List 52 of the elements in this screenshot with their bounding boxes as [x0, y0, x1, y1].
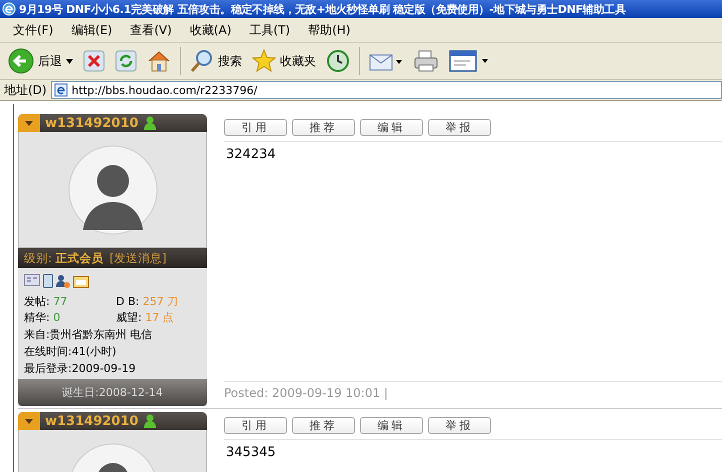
birthday-bar: 诞生日:2008-12-14	[18, 379, 207, 406]
dropdown-arrow-icon	[25, 418, 33, 424]
edit-document-icon	[449, 50, 489, 72]
post-action-button[interactable]: 推荐	[292, 119, 355, 136]
online-user-icon	[143, 116, 158, 130]
post-action-button[interactable]: 举报	[428, 417, 491, 434]
post-action-button[interactable]: 引用	[224, 119, 287, 136]
post-action-button[interactable]: 编辑	[360, 417, 423, 434]
dropdown-arrow-icon	[25, 120, 33, 126]
post-action-button[interactable]: 推荐	[292, 417, 355, 434]
favorites-button[interactable]: 收藏夹	[248, 47, 320, 75]
folder-icon	[73, 274, 89, 288]
window-title: 9月19号 DNF小小6.1完美破解 五倍攻击。稳定不掉线，无敌+地火秒怪单刷 稳定版（免费使用）-地下城与勇士DNF辅助工具	[19, 2, 626, 16]
post-action-button[interactable]: 编辑	[360, 119, 423, 136]
menu-item[interactable]: 查看(V)	[121, 22, 181, 38]
profile-info: 来自:贵州省黔东南州 电信	[24, 327, 154, 343]
post-action-button[interactable]: 引用	[224, 417, 287, 434]
stat: 精华: 0	[24, 310, 62, 326]
menu-item[interactable]: 文件(F)	[4, 22, 62, 38]
home-icon	[147, 49, 171, 73]
post-content: 324234	[226, 147, 276, 162]
caret-icon	[66, 58, 73, 64]
member-level: 级别: 正式会员	[24, 250, 104, 266]
profile-card-icon	[24, 274, 40, 286]
online-user-icon	[143, 414, 158, 428]
add-friend-icon	[56, 274, 70, 288]
post-timestamp: Posted: 2009-09-19 10:01 |	[224, 386, 388, 400]
send-message-link[interactable]: [发送消息]	[110, 250, 167, 266]
history-icon	[326, 49, 350, 73]
stat: 发帖: 77	[24, 294, 68, 310]
phone-icon	[43, 274, 53, 288]
menu-item[interactable]: 编辑(E)	[62, 22, 122, 38]
menu-item[interactable]: 收藏(A)	[180, 22, 240, 38]
menu-item[interactable]: 工具(T)	[240, 22, 300, 38]
address-label: 地址(D)	[4, 82, 47, 98]
post-content: 345345	[226, 445, 276, 460]
browser-icon	[2, 2, 16, 16]
back-button[interactable]: 后退	[4, 46, 77, 76]
search-button[interactable]: 搜索	[186, 47, 246, 75]
star-icon	[252, 49, 276, 73]
search-icon	[190, 49, 214, 73]
page-icon	[54, 83, 68, 97]
stop-icon	[83, 50, 105, 72]
refresh-icon	[115, 50, 137, 72]
profile-info: 最后登录:2009-09-19	[24, 361, 137, 377]
profile-info: 在线时间:41(小时)	[24, 344, 118, 360]
post-action-button[interactable]: 举报	[428, 119, 491, 136]
menu-item[interactable]: 帮助(H)	[299, 22, 360, 38]
address-field[interactable]: http://bbs.houdao.com/r2233796/	[50, 81, 722, 99]
stat: 威望: 17 点	[116, 310, 175, 326]
stat: D B: 257 刀	[116, 294, 180, 310]
printer-icon	[413, 49, 439, 73]
